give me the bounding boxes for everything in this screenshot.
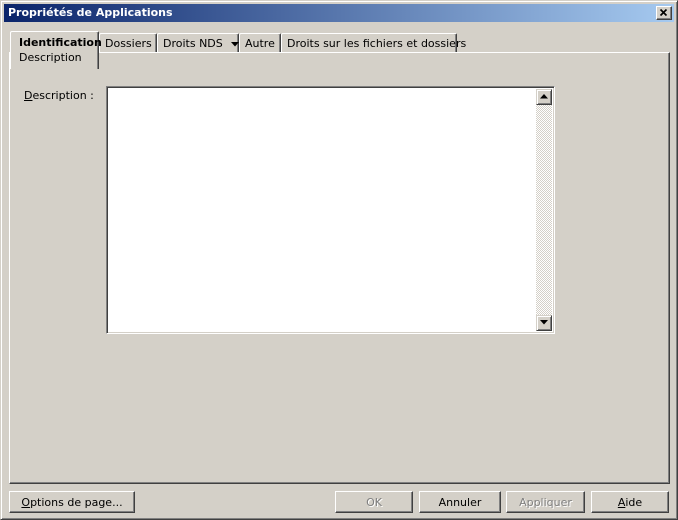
page-options-button[interactable]: Options de page... [9,491,135,513]
tab-autre-label: Autre [245,37,275,50]
tab-identification[interactable]: Identification Description [10,31,102,69]
page-options-mnemonic: O [21,495,31,509]
cancel-button[interactable]: Annuler [419,491,501,513]
help-label: ide [625,495,643,509]
window-title: Propriétés de Applications [8,6,173,19]
help-button[interactable]: Aide [591,491,669,513]
tab-identification-subpage[interactable]: Description [19,51,98,64]
description-textarea[interactable] [109,89,538,331]
apply-button[interactable]: Appliquer [506,491,585,513]
tab-autre[interactable]: Autre [239,33,281,53]
page-options-label: ptions de page... [30,495,123,509]
scroll-down-arrow-icon [540,320,548,325]
scroll-up-button[interactable] [536,89,552,105]
title-bar[interactable]: Propriétés de Applications [4,4,674,22]
description-label-text: escription : [32,89,94,102]
description-scrollbar[interactable] [536,89,552,331]
description-label: Description : [24,89,94,102]
tab-droits-fichiers-dossiers[interactable]: Droits sur les fichiers et dossiers [281,33,466,53]
properties-dialog: Propriétés de Applications Identificatio… [0,0,678,520]
tab-dossiers-label: Dossiers [105,37,152,50]
help-mnemonic: A [617,495,626,509]
tab-panel: Description : [9,52,670,484]
description-field-frame [106,86,555,334]
tab-identification-label: Identification [19,36,102,49]
tab-droits-nds[interactable]: Droits NDS [157,33,240,53]
tab-dossiers[interactable]: Dossiers [99,33,157,53]
close-button[interactable] [656,6,672,20]
ok-button[interactable]: OK [335,491,413,513]
tab-droits-nds-label: Droits NDS [163,37,223,50]
scroll-up-arrow-icon [540,94,548,99]
scroll-down-button[interactable] [536,315,552,331]
tab-droits-fichiers-dossiers-label: Droits sur les fichiers et dossiers [287,37,467,50]
close-icon [659,8,668,17]
